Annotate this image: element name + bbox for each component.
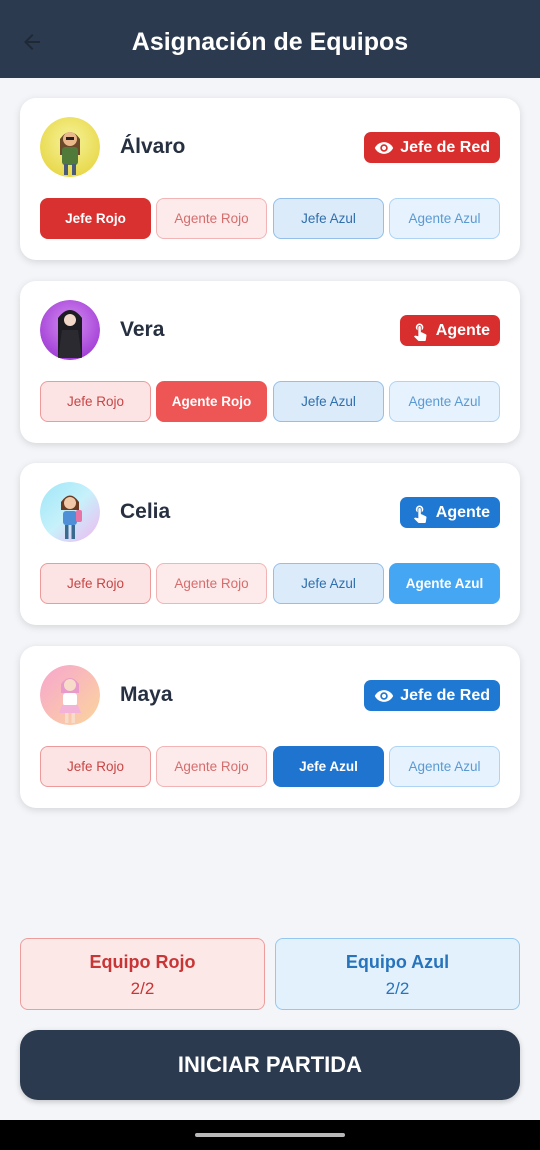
team-options: Jefe Rojo Agente Rojo Jefe Azul Agente A… [40,563,500,604]
team-options: Jefe Rojo Agente Rojo Jefe Azul Agente A… [40,381,500,422]
role-label: Agente [435,321,490,339]
tap-icon [413,323,427,341]
eye-icon [375,689,394,702]
start-game-button[interactable]: INICIAR PARTIDA [20,1030,520,1100]
option-agente-azul[interactable]: Agente Azul [389,381,500,422]
team-options: Jefe Rojo Agente Rojo Jefe Azul Agente A… [40,198,500,239]
role-label: Agente [435,503,490,521]
option-agente-azul[interactable]: Agente Azul [389,198,500,239]
option-agente-azul[interactable]: Agente Azul [389,563,500,604]
team-options: Jefe Rojo Agente Rojo Jefe Azul Agente A… [40,746,500,787]
player-card-maya: Maya Jefe de Red Jefe Rojo Agente Rojo J… [20,646,520,808]
option-jefe-azul[interactable]: Jefe Azul [273,381,384,422]
option-jefe-azul[interactable]: Jefe Azul [273,746,384,787]
team-blue-summary: Equipo Azul 2/2 [275,938,520,1010]
role-badge: Jefe de Red [364,132,500,163]
team-name: Equipo Azul [345,952,450,972]
option-agente-azul[interactable]: Agente Azul [389,746,500,787]
player-name: Álvaro [120,135,186,158]
avatar [40,665,100,725]
player-name: Maya [120,683,173,706]
role-badge: Agente [399,315,500,346]
role-badge: Agente [399,497,500,528]
role-label: Jefe de Red [400,686,490,704]
option-agente-rojo[interactable]: Agente Rojo [156,746,267,787]
team-red-summary: Equipo Rojo 2/2 [20,938,265,1010]
role-label: Jefe de Red [400,138,490,156]
option-agente-rojo[interactable]: Agente Rojo [156,563,267,604]
option-jefe-azul[interactable]: Jefe Azul [273,198,384,239]
option-jefe-rojo[interactable]: Jefe Rojo [40,746,151,787]
eye-icon [375,141,394,154]
team-count: 2/2 [130,979,155,998]
page-title: Asignación de Equipos [131,28,409,56]
system-nav-bar [0,1120,540,1150]
option-jefe-rojo[interactable]: Jefe Rojo [40,198,151,239]
role-badge: Jefe de Red [364,680,500,711]
player-name: Vera [120,318,165,341]
home-indicator[interactable] [195,1133,345,1137]
player-card-vera: Vera Agente Jefe Rojo Agente Rojo Jefe A… [20,281,520,443]
option-agente-rojo[interactable]: Agente Rojo [156,381,267,422]
option-agente-rojo[interactable]: Agente Rojo [156,198,267,239]
player-card-celia: Celia Agente Jefe Rojo Agente Rojo Jefe … [20,463,520,625]
team-count: 2/2 [385,979,410,998]
option-jefe-azul[interactable]: Jefe Azul [273,563,384,604]
team-name: Equipo Rojo [89,952,196,972]
app-bar: Asignación de Equipos [0,0,540,78]
player-card-alvaro: Álvaro Jefe de Red Jefe Rojo Agente Rojo… [20,98,520,260]
option-jefe-rojo[interactable]: Jefe Rojo [40,381,151,422]
avatar [40,300,100,360]
tap-icon [413,505,427,523]
avatar [40,482,100,542]
avatar [40,117,100,177]
option-jefe-rojo[interactable]: Jefe Rojo [40,563,151,604]
player-name: Celia [120,500,171,523]
